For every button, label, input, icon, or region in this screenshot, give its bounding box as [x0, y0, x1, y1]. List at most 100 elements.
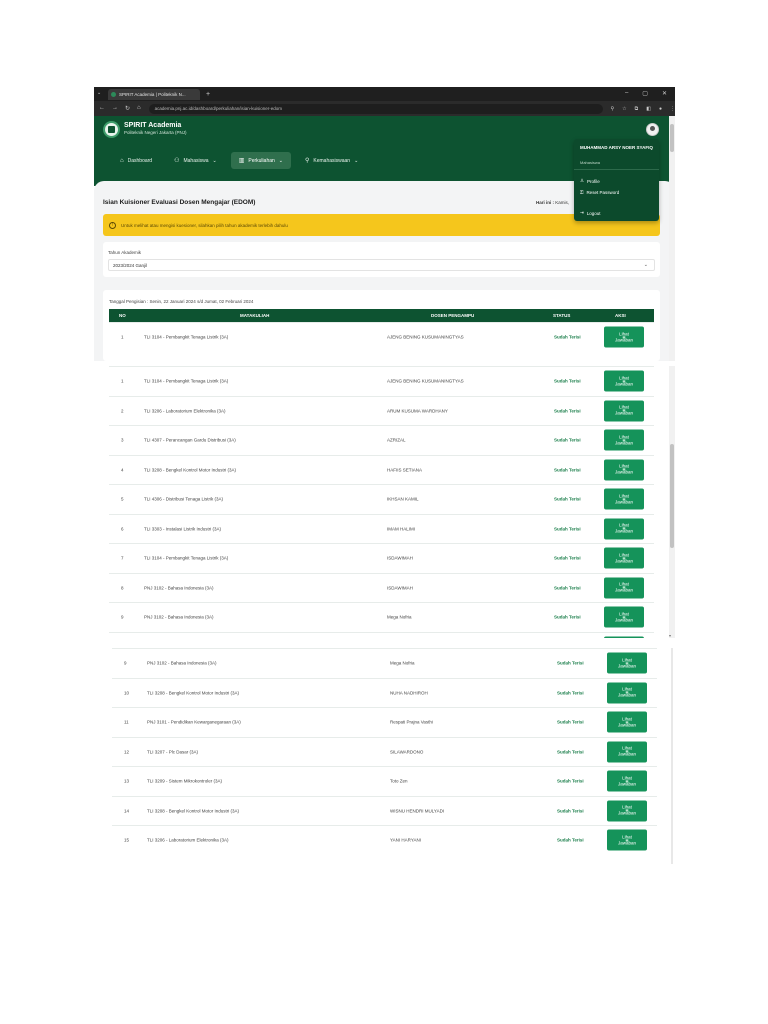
tab-search-icon[interactable]: ⌄ — [97, 90, 101, 96]
row-dosen: HAFIIS SETIANA — [387, 467, 423, 473]
browser-tab-title: SPIRIT Academia | Politeknik N... — [119, 91, 186, 97]
nav-mahasiswa[interactable]: ⚇ Mahasiswa ⌄ — [166, 152, 225, 169]
book-icon: ▥ — [238, 158, 245, 164]
table-row: 1 TLI 3104 - Pembangkit Tenaga Listrik (3… — [109, 366, 654, 396]
scrollbar[interactable] — [669, 116, 675, 361]
table-body: 9 PNJ 3102 - Bahasa Indonesia (3A) Mega No… — [112, 648, 657, 864]
main-nav: ⌂ Dashboard ⚇ Mahasiswa ⌄ ▥ Perkuliahan … — [112, 152, 366, 169]
window-controls: – ▢ ✕ — [625, 90, 667, 97]
menu-profile[interactable]: ♙ Profile — [580, 178, 600, 184]
profile-browser-icon[interactable]: ● — [659, 106, 662, 112]
lihat-jawaban-button[interactable]: ◉LihatJawaban — [607, 770, 647, 792]
bookmark-star-icon[interactable]: ☆ — [622, 106, 626, 112]
person-add-icon: ⚲ — [304, 158, 310, 164]
table-body: 1 TLI 3104 - Pembangkit Tenaga Listrik (3… — [109, 366, 654, 638]
translate-icon[interactable]: ⚲ — [611, 106, 615, 112]
lihat-jawaban-button[interactable]: ◉LihatJawaban — [604, 400, 644, 422]
home-browser-icon[interactable]: ⌂ — [137, 105, 141, 112]
lihat-jawaban-button[interactable]: ◉LihatJawaban — [607, 711, 647, 733]
reload-icon[interactable]: ↻ — [125, 105, 130, 112]
status-badge: Sudah Terisi — [554, 614, 581, 620]
table-body: 1 TLI 3104 - Pembangkit Tenaga Listrik (3… — [109, 322, 654, 361]
url-text: academia.pnj.ac.id/dashboard/perkuliahan… — [154, 106, 282, 111]
row-no: 9 — [121, 614, 124, 620]
lihat-jawaban-button[interactable]: ◉LihatJawaban — [607, 829, 647, 851]
lihat-jawaban-button[interactable]: ◉LihatJawaban — [607, 800, 647, 822]
row-no: 11 — [124, 719, 129, 725]
scrollbar-thumb[interactable] — [670, 444, 674, 548]
lihat-jawaban-button[interactable]: ◉LihatJawaban — [604, 606, 644, 628]
nav-label: Dashboard — [127, 157, 153, 164]
lihat-jawaban-button[interactable]: ◉LihatJawaban — [607, 741, 647, 763]
extensions-icon[interactable]: ⧉ — [635, 106, 639, 112]
lihat-jawaban-button[interactable]: ◉LihatJawaban — [604, 577, 644, 599]
menu-reset-password[interactable]: ⚿ Reset Password — [580, 190, 619, 195]
lihat-jawaban-button[interactable]: ◉LihatJawaban — [604, 488, 644, 510]
browser-menu-icon[interactable]: ⋮ — [670, 106, 675, 112]
logout-icon: ⇥ — [580, 210, 584, 215]
lihat-jawaban-button[interactable]: ◉LihatJawaban — [604, 326, 644, 348]
col-aksi: AKSI — [615, 313, 626, 318]
new-tab-button[interactable]: + — [206, 91, 210, 98]
status-badge: Sudah Terisi — [554, 526, 581, 532]
user-avatar[interactable] — [646, 123, 659, 136]
lihat-jawaban-button[interactable]: ◉LihatJawaban — [604, 518, 644, 540]
row-no: 3 — [121, 437, 124, 443]
button-label-line: Jawaban — [614, 617, 633, 623]
minimize-icon[interactable]: – — [625, 90, 628, 97]
row-no: 6 — [121, 526, 124, 532]
button-label-line: Jawaban — [617, 751, 636, 757]
col-no: NO — [119, 313, 126, 318]
scrollbar[interactable]: ▾ — [669, 366, 675, 638]
col-dosen: DOSEN PENGAMPU — [431, 313, 475, 318]
menu-logout[interactable]: ⇥ Logout — [580, 210, 601, 216]
table-row: 2 TLI 3206 - Laboratorium Elektronika (3A… — [109, 395, 654, 426]
button-label: Lihat Jawaban — [615, 331, 633, 343]
lihat-jawaban-button[interactable]: ◉LihatJawaban — [604, 547, 644, 569]
row-no: 13 — [124, 778, 130, 784]
button-label: Lihat Jawaban — [615, 493, 633, 505]
status-badge: Sudah Terisi — [557, 808, 584, 814]
screenshot-middle: 1 TLI 3104 - Pembangkit Tenaga Listrik (3… — [94, 366, 675, 638]
row-matakuliah: PNJ 3102 - Bahasa Indonesia (3A) — [144, 614, 214, 620]
table-row: 13 TLI 3209 - Sistem Mikrokontroler (3A) T… — [112, 766, 657, 796]
status-badge: Sudah Terisi — [554, 496, 581, 502]
nav-perkuliahan[interactable]: ▥ Perkuliahan ⌄ — [230, 152, 291, 169]
browser-tab[interactable]: SPIRIT Academia | Politeknik N... × — [108, 88, 200, 100]
status-badge: Sudah Terisi — [554, 378, 581, 384]
nav-kemahasiswaan[interactable]: ⚲ Kemahasiswaan ⌄ — [297, 152, 366, 169]
lihat-jawaban-button[interactable]: ◉LihatJawaban — [604, 429, 644, 451]
button-label: Lihat Jawaban — [615, 582, 633, 594]
button-label-line: Jawaban — [614, 410, 633, 416]
scroll-down-icon[interactable]: ▾ — [669, 633, 671, 638]
button-label: Lihat Jawaban — [618, 687, 636, 699]
tahun-select[interactable]: 2023/2024 Ganjil ⌄ — [108, 259, 655, 271]
nav-dashboard[interactable]: ⌂ Dashboard — [112, 152, 160, 169]
scrollbar-thumb[interactable] — [670, 124, 674, 152]
lihat-jawaban-button[interactable]: ◉LihatJawaban — [607, 682, 647, 704]
row-matakuliah: TLI 4307 - Perancangan Gardu Distribusi … — [144, 437, 236, 443]
col-matakuliah: MATAKULIAH — [240, 313, 270, 318]
lihat-jawaban-button[interactable]: ◉LihatJawaban — [604, 370, 644, 392]
button-label: Lihat Jawaban — [615, 464, 633, 476]
button-label-line: Jawaban — [614, 528, 633, 534]
today-label: Hari ini : Kamis, — [536, 200, 569, 205]
row-matakuliah: PNJ 3102 - Bahasa Indonesia (3A) — [144, 585, 214, 591]
table-row: 3 TLI 4307 - Perancangan Gardu Distribusi… — [109, 425, 654, 455]
back-icon[interactable]: ← — [99, 105, 105, 112]
sidepanel-icon[interactable]: ◧ — [646, 106, 651, 112]
maximize-icon[interactable]: ▢ — [642, 90, 648, 97]
row-matakuliah: PNJ 3101 - Pendidikan Kewarganegaraan (3… — [147, 719, 241, 725]
button-label-line: Jawaban — [614, 440, 633, 446]
address-bar[interactable]: academia.pnj.ac.id/dashboard/perkuliahan… — [148, 103, 603, 114]
browser-toolbar: ← → ↻ ⌂ academia.pnj.ac.id/dashboard/per… — [94, 101, 675, 116]
lihat-jawaban-button[interactable]: ◉LihatJawaban — [604, 459, 644, 481]
forward-icon[interactable]: → — [112, 105, 118, 112]
close-window-icon[interactable]: ✕ — [662, 90, 667, 97]
lihat-jawaban-button[interactable]: ◉LihatJawaban — [604, 636, 644, 638]
pnj-logo[interactable] — [103, 121, 120, 138]
col-status: STATUS — [553, 313, 571, 318]
scrollbar[interactable] — [671, 648, 673, 864]
lihat-jawaban-button[interactable]: ◉LihatJawaban — [607, 652, 647, 674]
screenshot-bottom: 9 PNJ 3102 - Bahasa Indonesia (3A) Mega No… — [96, 648, 673, 864]
